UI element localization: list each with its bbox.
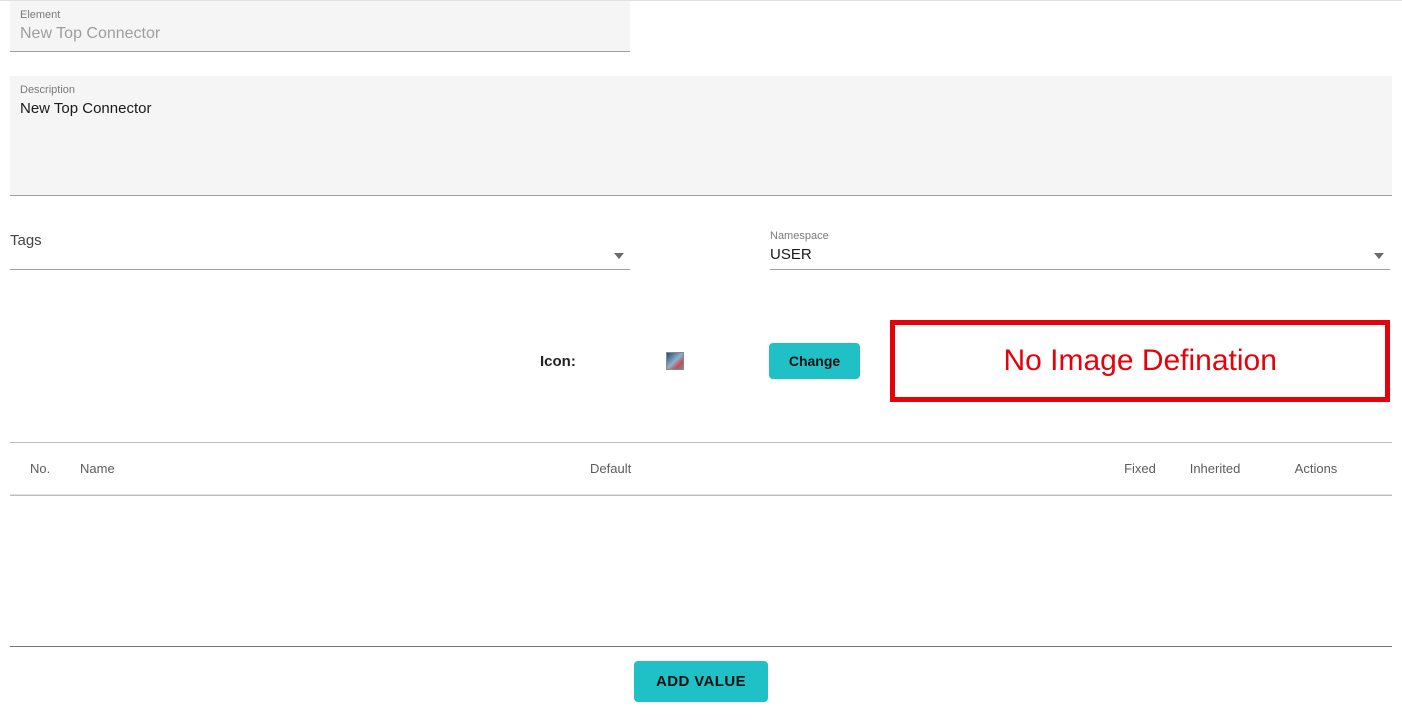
change-icon-button[interactable]: Change bbox=[769, 343, 860, 379]
add-value-button[interactable]: ADD VALUE bbox=[634, 661, 768, 702]
col-no: No. bbox=[30, 461, 80, 476]
description-label: Description bbox=[20, 84, 1382, 96]
description-field[interactable]: Description New Top Connector bbox=[10, 76, 1392, 196]
element-label: Element bbox=[20, 9, 620, 21]
col-inherited: Inherited bbox=[1170, 461, 1260, 476]
element-field[interactable]: Element New Top Connector bbox=[10, 1, 630, 52]
description-value: New Top Connector bbox=[20, 98, 1382, 119]
col-name: Name bbox=[80, 461, 590, 476]
chevron-down-icon bbox=[614, 253, 624, 259]
values-table: No. Name Default Fixed Inherited Actions bbox=[10, 442, 1392, 496]
namespace-select[interactable]: Namespace USER bbox=[770, 224, 1390, 270]
table-header-row: No. Name Default Fixed Inherited Actions bbox=[10, 443, 1392, 495]
annotation-box: No Image Defination bbox=[890, 320, 1390, 402]
col-actions: Actions bbox=[1260, 461, 1372, 476]
tags-select[interactable]: Tags bbox=[10, 224, 630, 270]
namespace-label: Namespace bbox=[770, 230, 1390, 242]
footer-bar: ADD VALUE bbox=[10, 646, 1392, 718]
col-fixed: Fixed bbox=[1110, 461, 1170, 476]
icon-label: Icon: bbox=[540, 353, 576, 370]
icon-preview bbox=[666, 352, 684, 370]
element-value: New Top Connector bbox=[20, 23, 620, 45]
namespace-value: USER bbox=[770, 244, 1390, 265]
tags-label: Tags bbox=[10, 230, 630, 251]
col-default: Default bbox=[590, 461, 1110, 476]
